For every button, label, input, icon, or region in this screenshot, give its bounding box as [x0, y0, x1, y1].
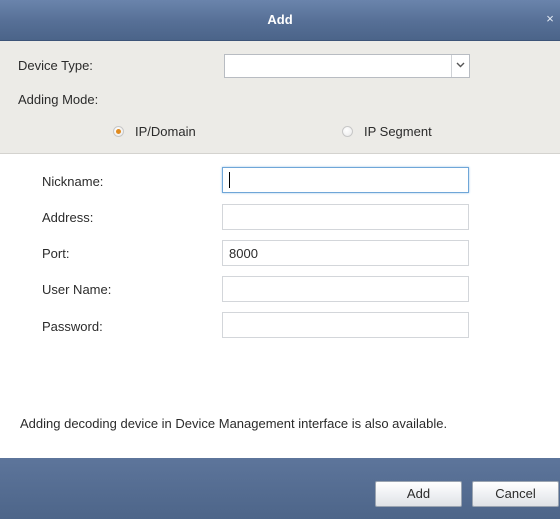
radio-checked-icon: [113, 126, 124, 137]
nickname-input[interactable]: [222, 167, 469, 193]
adding-mode-label: Adding Mode:: [18, 92, 99, 107]
text-cursor: [229, 172, 230, 188]
device-type-section: Device Type: Adding Mode: IP/Domain IP S…: [0, 41, 560, 154]
address-input[interactable]: [222, 204, 469, 230]
ip-segment-radio-label: IP Segment: [364, 124, 432, 139]
ip-domain-radio-label: IP/Domain: [135, 124, 196, 139]
info-note: Adding decoding device in Device Managem…: [20, 416, 448, 431]
port-label: Port:: [42, 246, 70, 261]
ip-domain-radio[interactable]: IP/Domain: [113, 124, 223, 140]
radio-unchecked-icon: [342, 126, 353, 137]
user-name-input[interactable]: [222, 276, 469, 302]
title-bar: Add ×: [0, 0, 560, 41]
password-label: Password:: [42, 319, 103, 334]
password-input[interactable]: [222, 312, 469, 338]
close-icon[interactable]: ×: [544, 12, 556, 25]
device-type-label: Device Type:: [18, 58, 93, 73]
address-label: Address:: [42, 210, 94, 225]
device-type-select[interactable]: [224, 54, 470, 78]
add-button[interactable]: Add: [375, 481, 462, 507]
nickname-label: Nickname:: [42, 174, 104, 189]
user-name-label: User Name:: [42, 282, 112, 297]
add-device-dialog: Add × Device Type: Adding Mode: IP/Domai…: [0, 0, 560, 519]
cancel-button[interactable]: Cancel: [472, 481, 559, 507]
ip-segment-radio[interactable]: IP Segment: [342, 124, 452, 140]
port-input[interactable]: [222, 240, 469, 266]
dialog-title: Add: [267, 12, 293, 27]
chevron-down-icon[interactable]: [451, 55, 469, 77]
dialog-footer: Add Cancel: [0, 458, 560, 519]
